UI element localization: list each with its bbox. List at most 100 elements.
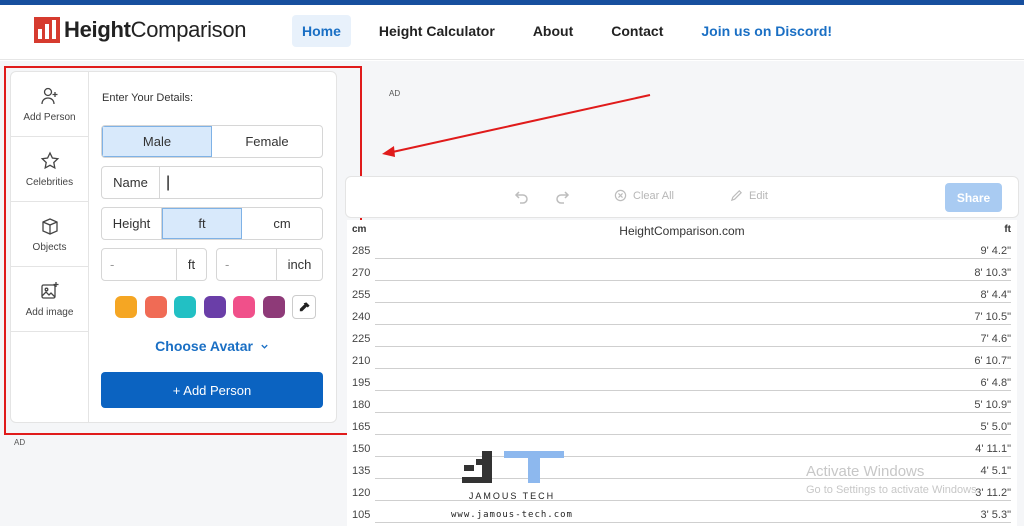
sidebar-label: Objects: [32, 241, 67, 253]
name-field: Name |: [101, 166, 323, 199]
logo-mark-icon: [34, 17, 60, 43]
name-label: Name: [102, 167, 160, 198]
scale-cm-value: 240: [352, 311, 371, 323]
jamous-tech-watermark: JAMOUS TECH www.jamous-tech.com: [436, 449, 588, 520]
main-nav: Home Height Calculator About Contact Joi…: [292, 15, 842, 47]
nav-height-calculator[interactable]: Height Calculator: [369, 15, 505, 47]
chart-scale-row: 285 9' 4.2": [347, 242, 1017, 264]
gender-option-male[interactable]: Male: [102, 126, 212, 157]
right-unit-label: ft: [1004, 224, 1011, 235]
scale-cm-value: 255: [352, 289, 371, 301]
choose-avatar-link[interactable]: Choose Avatar: [101, 338, 323, 354]
name-input[interactable]: |: [160, 167, 322, 198]
scale-cm-value: 225: [352, 333, 371, 345]
scale-cm-value: 285: [352, 245, 371, 257]
scale-gridline: [375, 412, 1011, 413]
clear-all-button[interactable]: Clear All: [614, 189, 674, 202]
edit-button[interactable]: Edit: [730, 189, 768, 202]
chevron-down-icon: [261, 344, 268, 349]
scale-gridline: [375, 434, 1011, 435]
edit-label: Edit: [749, 189, 768, 202]
nav-home[interactable]: Home: [292, 15, 351, 47]
inches-field: - inch: [216, 248, 323, 281]
scale-gridline: [375, 302, 1011, 303]
image-add-icon: [40, 281, 58, 299]
chart-scale-row: 240 7' 10.5": [347, 308, 1017, 330]
activate-title: Activate Windows: [806, 463, 925, 480]
scale-ft-value: 7' 10.5": [974, 311, 1011, 323]
logo-text: HeightComparison: [64, 17, 247, 42]
chart-scale-row: 165 5' 5.0": [347, 418, 1017, 440]
color-swatch-pink[interactable]: [233, 296, 255, 318]
scale-gridline: [375, 346, 1011, 347]
scale-ft-value: 9' 4.2": [980, 245, 1011, 257]
chart-scale-row: 270 8' 10.3": [347, 264, 1017, 286]
activate-subtitle: Go to Settings to activate Windows.: [806, 484, 980, 496]
color-swatch-coral[interactable]: [144, 296, 167, 318]
chart-scale-row: 225 7' 4.6": [347, 330, 1017, 352]
form-title: Enter Your Details:: [102, 92, 194, 104]
nav-contact[interactable]: Contact: [601, 15, 673, 47]
scale-ft-value: 8' 10.3": [974, 267, 1011, 279]
choose-avatar-label: Choose Avatar: [155, 338, 253, 354]
sidebar-item-celebrities[interactable]: Celebrities: [11, 137, 88, 202]
watermark-url: www.jamous-tech.com: [451, 510, 573, 520]
feet-input[interactable]: -: [102, 249, 176, 280]
height-unit-toggle: Height ft cm: [101, 207, 323, 240]
scale-cm-value: 135: [352, 465, 371, 477]
color-swatch-orange[interactable]: [115, 296, 137, 318]
color-swatch-purple[interactable]: [203, 296, 226, 318]
scale-ft-value: 6' 10.7": [974, 355, 1011, 367]
undo-icon[interactable]: [514, 189, 530, 205]
nav-discord[interactable]: Join us on Discord!: [691, 15, 842, 47]
inches-unit-label: inch: [276, 249, 322, 280]
height-unit-cm[interactable]: cm: [242, 208, 322, 239]
activate-windows-overlay: Activate Windows Go to Settings to activ…: [806, 463, 980, 496]
scale-ft-value: 4' 11.1": [975, 443, 1011, 455]
share-button[interactable]: Share: [945, 183, 1002, 212]
add-person-icon: [40, 87, 57, 104]
chart-scale-row: 255 8' 4.4": [347, 286, 1017, 308]
watermark-name: JAMOUS TECH: [468, 491, 556, 501]
gender-toggle: Male Female: [101, 125, 323, 158]
scale-ft-value: 4' 5.1": [980, 465, 1011, 477]
sidebar-item-add-image[interactable]: Add image: [11, 267, 88, 332]
scale-cm-value: 150: [352, 443, 371, 455]
sidebar-item-objects[interactable]: Objects: [11, 202, 88, 267]
sidebar-item-add-person[interactable]: Add Person: [11, 72, 88, 137]
site-logo[interactable]: HeightComparison: [34, 17, 247, 43]
scale-gridline: [375, 522, 1011, 523]
eyedropper-icon: [299, 301, 310, 311]
panel-sidebar: Add Person Celebrities Objects Add image: [11, 72, 89, 422]
scale-ft-value: 8' 4.4": [980, 289, 1011, 301]
scale-cm-value: 165: [352, 421, 371, 433]
scale-gridline: [375, 368, 1011, 369]
scale-ft-value: 5' 10.9": [974, 399, 1011, 411]
scale-gridline: [375, 390, 1011, 391]
color-swatch-teal[interactable]: [174, 296, 196, 318]
gender-option-female[interactable]: Female: [212, 126, 322, 157]
scale-cm-value: 210: [352, 355, 371, 367]
scale-cm-value: 120: [352, 487, 371, 499]
scale-cm-value: 270: [352, 267, 371, 279]
clear-all-label: Clear All: [633, 189, 674, 202]
pencil-icon: [730, 190, 742, 202]
redo-icon[interactable]: [554, 189, 570, 205]
chart-site-label: HeightComparison.com: [619, 224, 745, 238]
scale-cm-value: 180: [352, 399, 371, 411]
jt-logo-icon: [462, 451, 564, 483]
clear-icon: [614, 189, 627, 202]
sidebar-label: Add image: [25, 306, 74, 318]
feet-field: - ft: [101, 248, 207, 281]
height-unit-ft[interactable]: ft: [162, 208, 242, 239]
scale-ft-value: 7' 4.6": [980, 333, 1011, 345]
chart-scale-row: 180 5' 10.9": [347, 396, 1017, 418]
color-picker-button[interactable]: [292, 295, 316, 319]
scale-ft-value: 5' 5.0": [980, 421, 1011, 433]
sidebar-label: Add Person: [23, 111, 76, 123]
nav-about[interactable]: About: [523, 15, 583, 47]
inches-input[interactable]: -: [217, 249, 276, 280]
add-person-button[interactable]: + Add Person: [101, 372, 323, 408]
chart-scale-row: 210 6' 10.7": [347, 352, 1017, 374]
color-swatch-plum[interactable]: [262, 296, 285, 318]
